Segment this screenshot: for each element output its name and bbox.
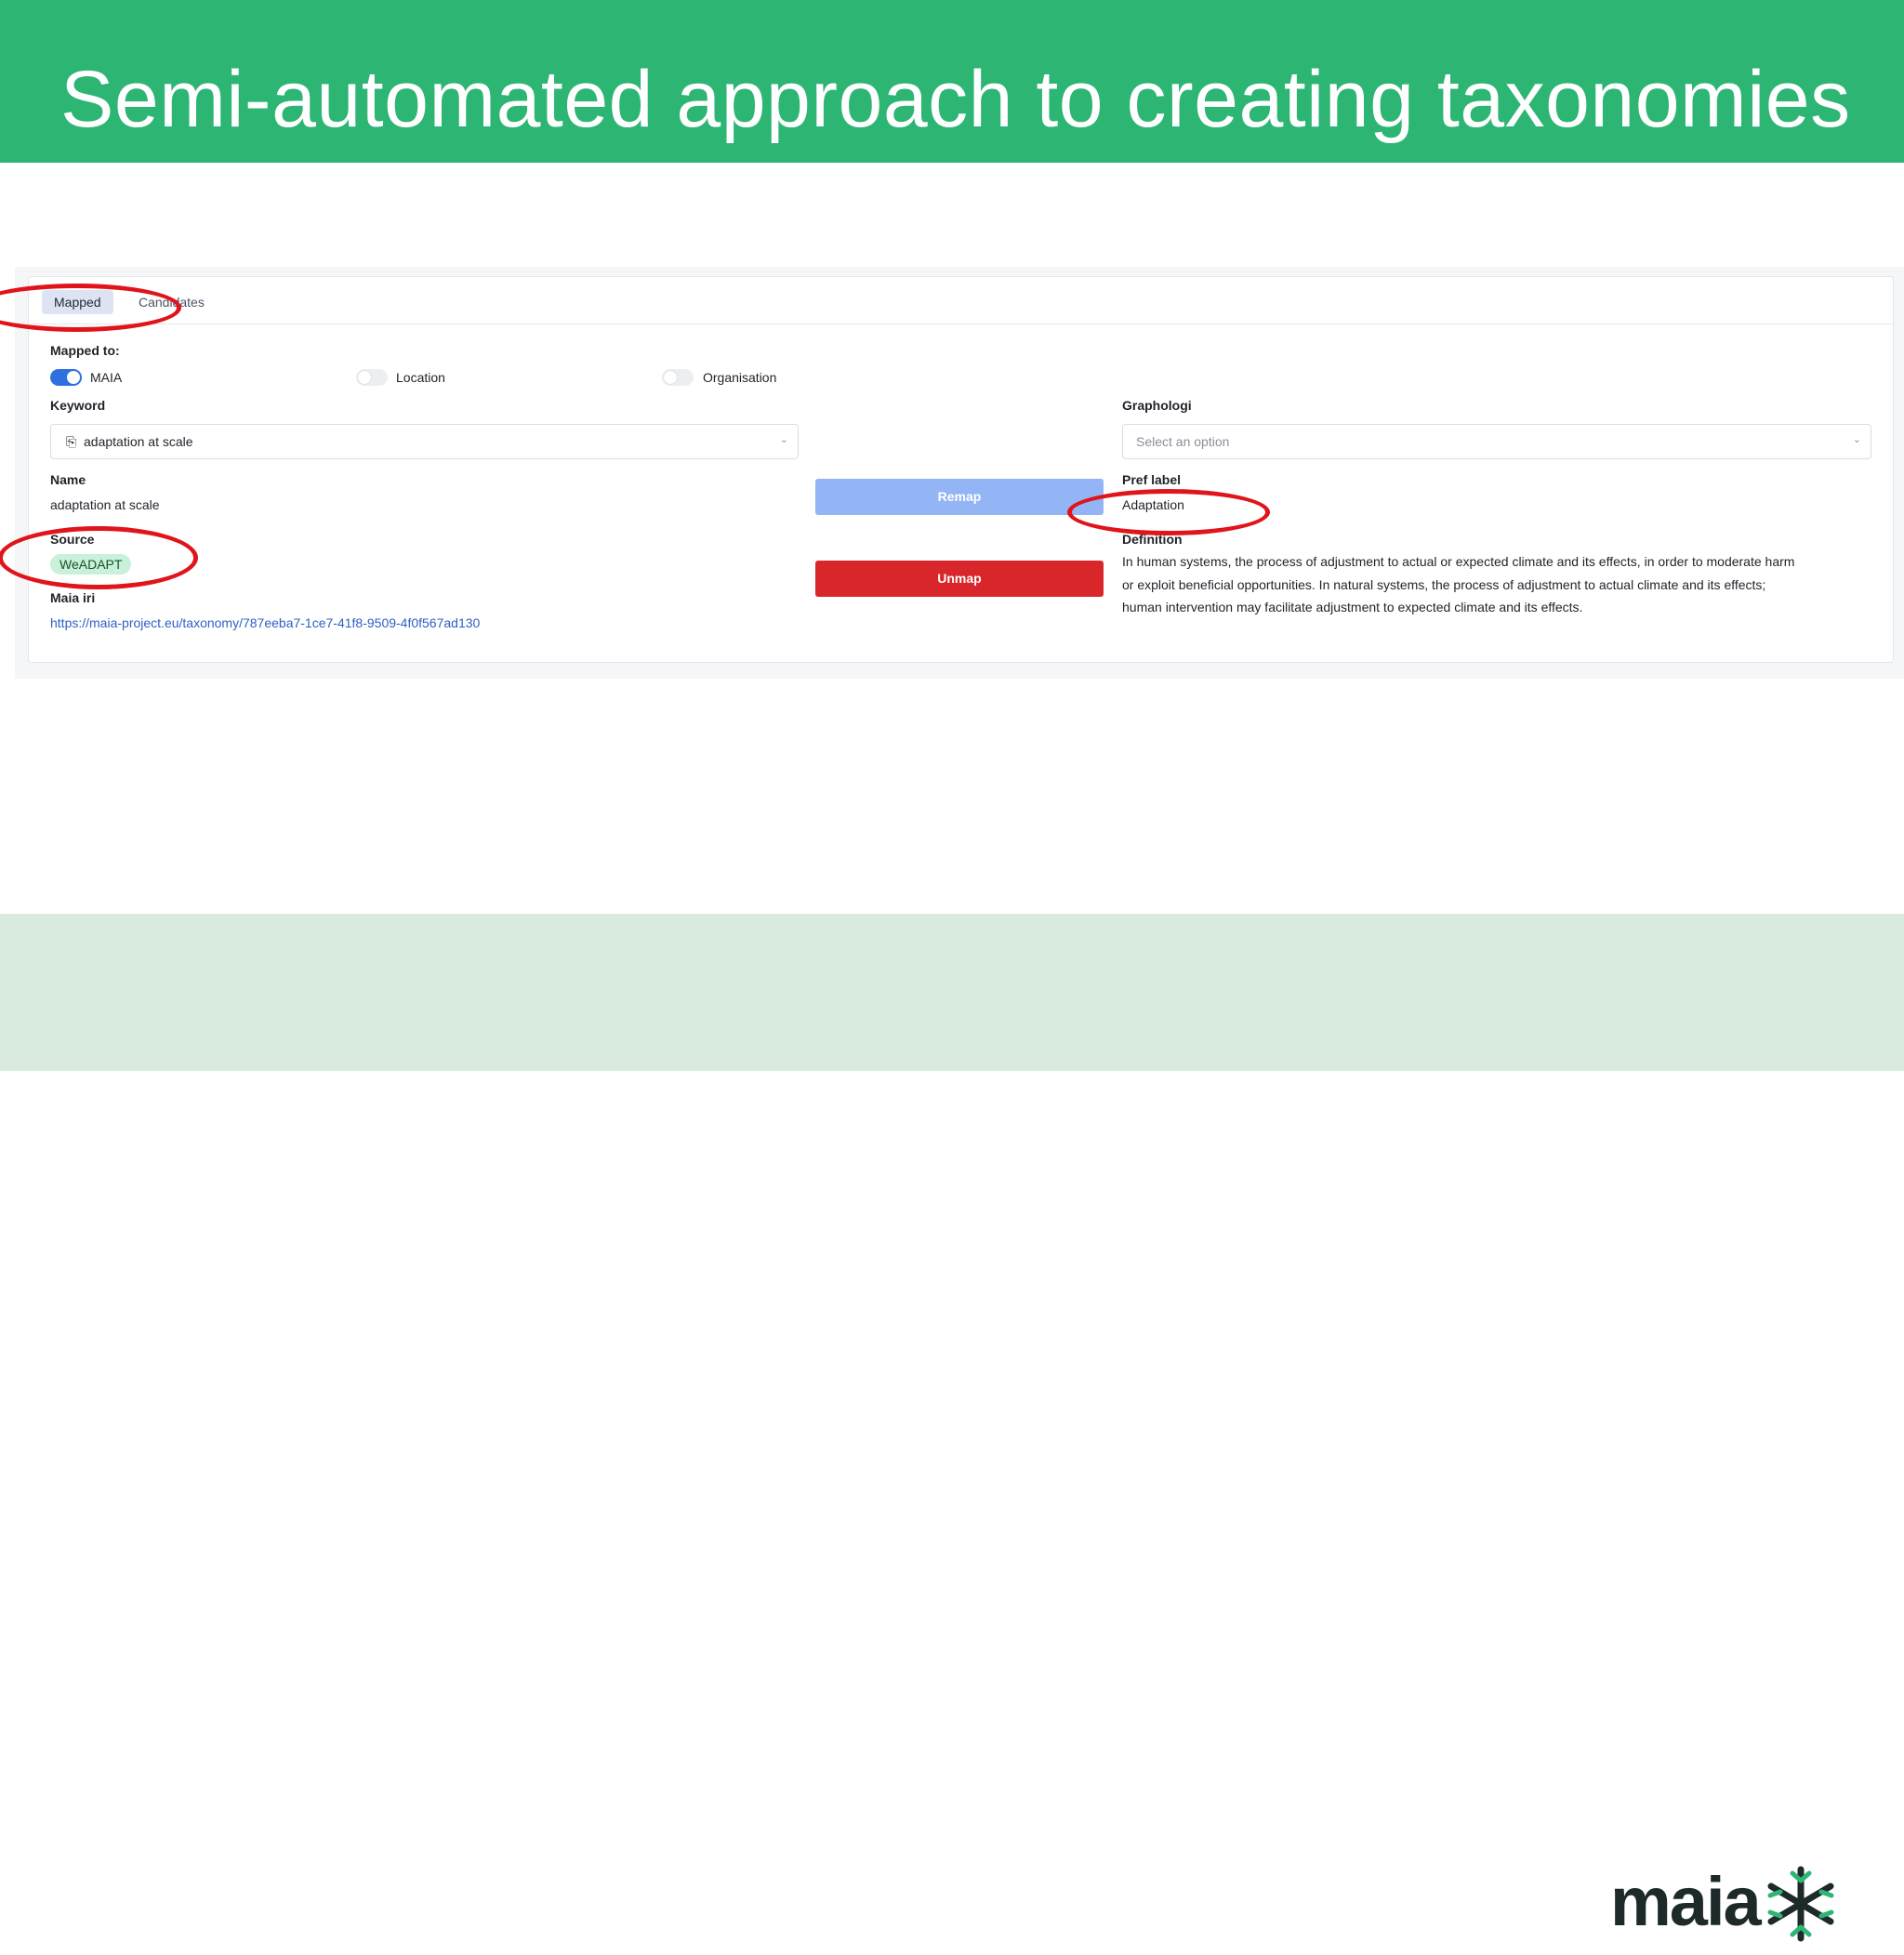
pref-label-value: Adaptation <box>1122 497 1184 512</box>
slide-footer: maia <box>0 914 1904 1942</box>
source-label: Source <box>50 532 95 547</box>
tab-mapped[interactable]: Mapped <box>42 290 113 314</box>
maia-toggle-label: MAIA <box>90 370 123 385</box>
maia-iri-label: Maia iri <box>50 590 96 605</box>
logo-text: maia <box>1610 1863 1762 1940</box>
definition-text: In human systems, the process of adjustm… <box>1122 550 1866 619</box>
organisation-toggle[interactable] <box>662 369 694 386</box>
definition-label: Definition <box>1122 532 1183 547</box>
definition-line: or exploit beneficial opportunities. In … <box>1122 576 1766 592</box>
toggle-knob <box>664 371 677 384</box>
keyword-label: Keyword <box>50 398 106 413</box>
chevron-down-icon: ⌄ <box>1852 434 1861 445</box>
snowflake-icon <box>1767 1866 1834 1942</box>
slide-title: Semi-automated approach to creating taxo… <box>60 55 1851 144</box>
remap-button[interactable]: Remap <box>815 479 1104 515</box>
source-badge: WeADAPT <box>50 554 132 575</box>
pref-label-label: Pref label <box>1122 472 1182 487</box>
unmap-button[interactable]: Unmap <box>815 561 1104 597</box>
maia-toggle[interactable] <box>50 369 82 386</box>
mapping-panel: Mapped Candidates Mapped to: MAIA Locati… <box>28 276 1894 663</box>
maia-logo: maia <box>1610 1862 1843 1955</box>
copy-icon: ⎘ <box>66 434 77 449</box>
graphologi-select[interactable]: Select an option ⌄ <box>1122 424 1871 459</box>
organisation-toggle-label: Organisation <box>703 370 777 385</box>
toggle-knob <box>67 371 80 384</box>
definition-line: In human systems, the process of adjustm… <box>1122 554 1795 569</box>
tab-candidates[interactable]: Candidates <box>126 290 217 314</box>
toggle-knob <box>358 371 371 384</box>
graphologi-placeholder: Select an option <box>1136 434 1230 449</box>
location-toggle-label: Location <box>396 370 445 385</box>
mapped-to-label: Mapped to: <box>50 343 120 358</box>
keyword-select-value: adaptation at scale <box>84 434 193 449</box>
tab-bar: Mapped Candidates <box>29 277 1893 324</box>
maia-iri-link[interactable]: https://maia-project.eu/taxonomy/787eeba… <box>50 615 480 630</box>
graphologi-label: Graphologi <box>1122 398 1192 413</box>
chevron-down-icon: ⌄ <box>779 434 788 445</box>
name-label: Name <box>50 472 86 487</box>
keyword-select[interactable]: ⎘ adaptation at scale ⌄ <box>50 424 799 459</box>
location-toggle[interactable] <box>356 369 388 386</box>
slide-header: Semi-automated approach to creating taxo… <box>0 0 1904 163</box>
name-value: adaptation at scale <box>50 497 160 512</box>
definition-line: human intervention may facilitate adjust… <box>1122 600 1583 614</box>
